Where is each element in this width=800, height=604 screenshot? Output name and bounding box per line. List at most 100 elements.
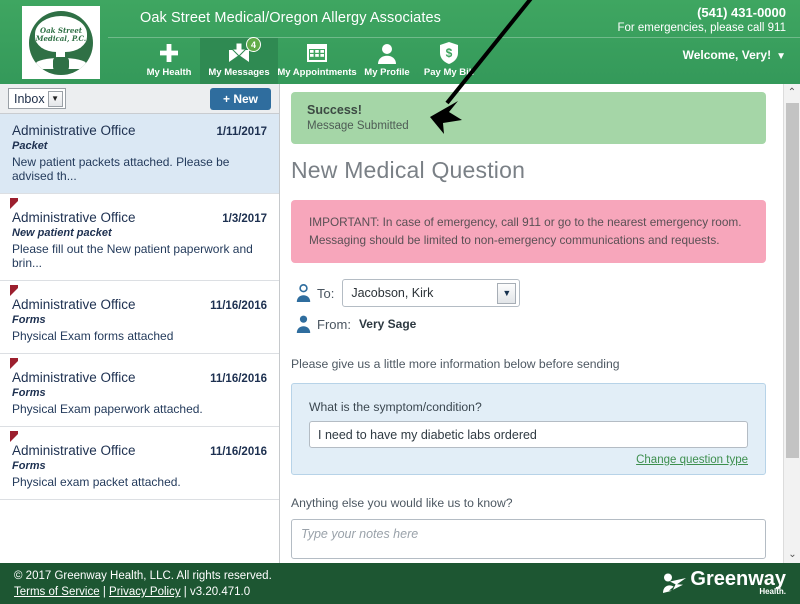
page-title: New Medical Question [291,157,526,183]
notes-textarea[interactable]: Type your notes here [291,519,766,559]
message-date: 1/11/2017 [216,126,267,138]
greenway-wordmark: Greenway [690,568,786,590]
message-date: 11/16/2016 [210,300,267,312]
message-preview: New patient packets attached. Please be … [12,155,230,183]
message-date: 1/3/2017 [222,213,267,225]
message-list-toolbar: Inbox ▼ + New [0,84,279,114]
nav-item-my-profile[interactable]: My Profile [356,38,418,84]
message-preview: Physical Exam paperwork attached. [12,402,203,416]
recipient-select[interactable]: Jacobson, Kirk ▼ [342,279,521,307]
emergency-warning-banner: IMPORTANT: In case of emergency, call 91… [291,200,766,263]
nav-label: My Health [146,67,192,78]
flag-icon [10,198,18,209]
nav-label: My Messages [208,67,270,78]
main-nav: My Health 4 My Messages My Appointments … [138,37,480,84]
welcome-menu[interactable]: Welcome, Very! ▼ [683,48,786,62]
envelope-download-icon: 4 [226,37,261,65]
message-subject: Forms [12,387,46,399]
nav-item-my-appointments[interactable]: My Appointments [277,38,357,84]
chevron-down-icon: ▼ [776,51,786,62]
main-scrollbar[interactable]: ⌃ ⌄ [783,84,800,563]
seal-text: Oak Street Medical, P.C. [35,25,87,43]
message-sender: Administrative Office [12,443,136,458]
change-question-type-link[interactable]: Change question type [309,454,748,466]
unread-badge: 4 [246,37,261,52]
nav-item-pay-my-bill[interactable]: $ Pay My Bill [418,38,480,84]
footer-links: Terms of Service | Privacy Policy | v3.2… [14,586,250,598]
form-hint: Please give us a little more information… [291,357,620,371]
scroll-up-button[interactable]: ⌃ [784,84,800,101]
nav-label: My Appointments [277,67,357,78]
calendar-icon [306,41,328,65]
svg-text:$: $ [446,46,453,60]
message-list-item[interactable]: Administrative Office 1/3/2017 New patient… [0,194,279,281]
footer-sep-2: | [180,586,190,598]
question-label: What is the symptom/condition? [309,400,482,414]
clinic-logo: Oak Street Medical, P.C. [22,6,100,79]
main-content: Success! Message Submitted New Medical Q… [281,84,800,563]
welcome-label: Welcome, Very! [682,48,772,62]
patient-portal-page: Oak Street Medical, P.C. Oak Street Medic… [0,0,800,604]
message-date: 11/16/2016 [210,373,267,385]
from-value: Very Sage [358,317,417,331]
dollar-shield-icon: $ [439,41,459,65]
notes-label: Anything else you would like us to know? [291,496,513,510]
message-preview: Physical Exam forms attached [12,329,174,343]
message-date: 11/16/2016 [210,446,267,458]
question-input[interactable]: I need to have my diabetic labs ordered [309,421,748,448]
folder-select-value: Inbox [14,91,45,106]
to-label: To: [317,285,335,301]
message-sender: Administrative Office [12,297,136,312]
clinic-title: Oak Street Medical/Oregon Allergy Associ… [140,10,441,26]
copyright-text: © 2017 Greenway Health, LLC. All rights … [14,570,272,582]
scroll-down-button[interactable]: ⌄ [784,546,800,563]
app-footer: © 2017 Greenway Health, LLC. All rights … [0,563,800,604]
nav-item-my-health[interactable]: My Health [138,38,200,84]
message-list[interactable]: Administrative Office 1/11/2017 Packet New … [0,114,279,563]
to-row: To: Jacobson, Kirk ▼ [291,279,774,307]
scrollbar-thumb[interactable] [786,103,799,458]
from-row: From: Very Sage [291,315,774,333]
flag-icon [10,285,18,296]
message-list-item[interactable]: Administrative Office 11/16/2016 Forms Phys… [0,427,279,500]
message-subject: Forms [12,460,46,472]
sender-person-icon [291,315,315,333]
footer-sep-1: | [99,586,110,598]
oak-street-seal-icon: Oak Street Medical, P.C. [29,10,93,75]
nav-item-my-messages[interactable]: 4 My Messages [200,37,278,84]
message-subject: Packet [12,140,48,152]
nav-label: Pay My Bill [423,67,475,78]
success-banner: Success! Message Submitted [291,92,766,144]
warning-line-2: Messaging should be limited to non-emerg… [309,233,720,247]
flag-icon [10,358,18,369]
message-preview: Please fill out the New patient paperwor… [12,242,253,270]
message-preview: Physical exam packet attached. [12,475,181,489]
terms-of-service-link[interactable]: Terms of Service [14,586,100,598]
chevron-down-icon: ▼ [47,90,63,107]
new-message-button[interactable]: + New [209,88,271,110]
chevron-down-icon: ▼ [497,282,517,304]
recipient-person-icon [291,284,315,302]
warning-line-1: IMPORTANT: In case of emergency, call 91… [309,215,742,229]
folder-select[interactable]: Inbox ▼ [8,88,66,109]
question-panel: What is the symptom/condition? I need to… [291,383,766,475]
flag-icon [10,431,18,442]
plus-icon [158,41,180,65]
recipient-value: Jacobson, Kirk [351,286,434,300]
message-list-item[interactable]: Administrative Office 11/16/2016 Forms Phys… [0,281,279,354]
version-text: v3.20.471.0 [190,586,251,598]
emergency-note: For emergencies, please call 911 [617,22,786,34]
message-sender: Administrative Office [12,123,136,138]
message-sender: Administrative Office [12,370,136,385]
message-subject: New patient packet [12,227,112,239]
success-title: Success! [307,103,362,117]
message-list-item[interactable]: Administrative Office 11/16/2016 Forms Phys… [0,354,279,427]
message-list-item[interactable]: Administrative Office 1/11/2017 Packet New … [0,114,279,194]
greenway-mark-icon [663,573,687,593]
message-sender: Administrative Office [12,210,136,225]
clinic-phone: (541) 431-0000 [697,5,786,20]
privacy-policy-link[interactable]: Privacy Policy [109,586,181,598]
success-subtitle: Message Submitted [307,120,409,132]
person-icon [377,41,397,65]
message-list-panel: Inbox ▼ + New Administrative Office 1/11/… [0,84,280,563]
